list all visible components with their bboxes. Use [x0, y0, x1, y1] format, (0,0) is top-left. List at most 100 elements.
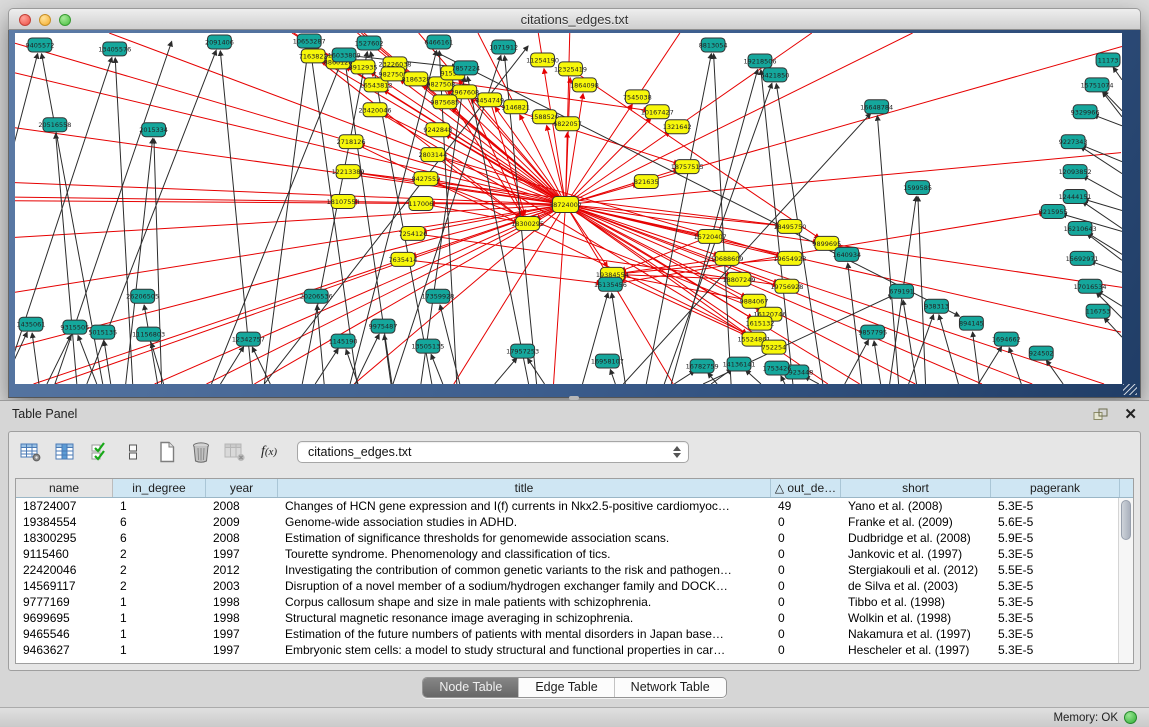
svg-text:1321642: 1321642	[663, 123, 692, 131]
table-row[interactable]: 911546021997Tourette syndrome. Phenomeno…	[16, 546, 1118, 562]
table-select[interactable]: citations_edges.txt	[297, 441, 689, 463]
svg-text:9405572: 9405572	[26, 41, 55, 49]
float-window-icon[interactable]	[1093, 408, 1108, 421]
svg-text:11173: 11173	[1098, 56, 1119, 64]
status-bar: Memory: OK	[0, 707, 1149, 727]
svg-text:9899695: 9899695	[812, 240, 841, 248]
table-panel-body: f(x) citations_edges.txt namein_degreeye…	[8, 431, 1141, 671]
svg-text:1864098: 1864098	[570, 81, 599, 89]
svg-text:9242848: 9242848	[423, 126, 452, 134]
table-rows: 1872400712008Changes of HCN gene express…	[16, 498, 1118, 663]
svg-text:19756928: 19756928	[770, 283, 803, 291]
cell-pagerank: 5.3E-5	[991, 595, 1118, 609]
cell-pagerank: 5.6E-5	[991, 515, 1118, 529]
column-header-out_degree[interactable]: △ out_de…	[771, 479, 841, 497]
svg-text:2091406: 2091406	[205, 38, 234, 46]
delete-icon[interactable]	[189, 440, 213, 464]
memory-ok-icon	[1124, 711, 1137, 724]
cell-year: 2009	[206, 515, 278, 529]
cell-pagerank: 5.3E-5	[991, 611, 1118, 625]
svg-text:10688609: 10688609	[711, 255, 744, 263]
vertical-scrollbar[interactable]	[1118, 498, 1133, 663]
column-header-title[interactable]: title	[278, 479, 771, 497]
network-canvas[interactable]: 1830029519384554181075541221338927181262…	[15, 33, 1122, 384]
column-header-name[interactable]: name	[16, 479, 113, 497]
svg-text:16648784: 16648784	[860, 103, 893, 111]
table-row[interactable]: 977716911998Corpus callosum shape and si…	[16, 594, 1118, 610]
resize-grip-icon[interactable]	[1123, 384, 1137, 395]
svg-text:16958107: 16958107	[591, 358, 624, 366]
table-row[interactable]: 1830029562008Estimation of significance …	[16, 530, 1118, 546]
svg-text:6466161: 6466161	[424, 38, 453, 46]
table-row[interactable]: 946362711997Embryonic stem cells: a mode…	[16, 642, 1118, 658]
svg-text:6822057: 6822057	[553, 120, 582, 128]
minimize-window-icon[interactable]	[39, 14, 51, 26]
table-row[interactable]: 1456911722003Disruption of a novel membe…	[16, 578, 1118, 594]
select-rows-icon[interactable]	[87, 440, 111, 464]
new-table-icon[interactable]	[155, 440, 179, 464]
close-window-icon[interactable]	[19, 14, 31, 26]
svg-text:6421850: 6421850	[761, 71, 790, 79]
cell-year: 1997	[206, 627, 278, 641]
cell-in_degree: 6	[113, 531, 206, 545]
cell-out_degree: 49	[771, 499, 841, 513]
table-row[interactable]: 969969511998Structural magnetic resonanc…	[16, 610, 1118, 626]
svg-text:7857224: 7857224	[451, 64, 480, 72]
svg-text:9329966: 9329966	[1071, 108, 1100, 116]
table-tabs: Node TableEdge TableNetwork Table	[422, 677, 726, 698]
chevron-updown-icon	[673, 446, 681, 458]
cell-short: Nakamura et al. (1997)	[841, 627, 991, 641]
svg-text:1527602: 1527602	[355, 39, 384, 47]
zoom-window-icon[interactable]	[59, 14, 71, 26]
table-row[interactable]: 1872400712008Changes of HCN gene express…	[16, 498, 1118, 514]
cell-year: 2003	[206, 579, 278, 593]
svg-text:16543812: 16543812	[360, 81, 393, 89]
cell-name: 9463627	[16, 643, 113, 657]
cell-title: Tourette syndrome. Phenomenology and cla…	[278, 547, 771, 561]
cell-pagerank: 5.5E-5	[991, 563, 1118, 577]
table-row[interactable]: 2242004622012Investigating the contribut…	[16, 562, 1118, 578]
tab-network-table[interactable]: Network Table	[614, 678, 726, 697]
svg-text:1145190: 1145190	[329, 338, 358, 346]
close-icon[interactable]: ✕	[1124, 407, 1137, 422]
cell-title: Corpus callosum shape and size in male p…	[278, 595, 771, 609]
cell-name: 9777169	[16, 595, 113, 609]
svg-text:10167427: 10167427	[641, 108, 674, 116]
cell-out_degree: 0	[771, 627, 841, 641]
svg-text:821635: 821635	[634, 178, 659, 186]
show-columns-icon[interactable]	[53, 440, 77, 464]
table-row[interactable]: 1938455462009Genome-wide association stu…	[16, 514, 1118, 530]
column-header-in_degree[interactable]: in_degree	[113, 479, 206, 497]
row-height-icon[interactable]	[121, 440, 145, 464]
network-graph: 1830029519384554181075541221338927181262…	[15, 33, 1122, 384]
column-header-pagerank[interactable]: pagerank	[991, 479, 1120, 497]
cell-short: Tibbo et al. (1998)	[841, 595, 991, 609]
column-header-year[interactable]: year	[206, 479, 278, 497]
cell-out_degree: 0	[771, 643, 841, 657]
svg-text:11254190: 11254190	[526, 56, 559, 64]
window-titlebar[interactable]: citations_edges.txt	[8, 8, 1141, 30]
cell-short: Wolkin et al. (1998)	[841, 611, 991, 625]
function-builder-icon[interactable]: f(x)	[257, 440, 281, 464]
table-header-row: namein_degreeyeartitle△ out_de…shortpage…	[16, 479, 1133, 498]
cell-title: Estimation of significance thresholds fo…	[278, 531, 771, 545]
svg-text:1071912: 1071912	[489, 43, 518, 51]
column-header-short[interactable]: short	[841, 479, 991, 497]
tab-edge-table[interactable]: Edge Table	[518, 678, 613, 697]
scrollbar-thumb[interactable]	[1121, 500, 1131, 540]
tab-node-table[interactable]: Node Table	[423, 678, 518, 697]
cell-out_degree: 0	[771, 579, 841, 593]
svg-text:2803144: 2803144	[418, 151, 447, 159]
svg-text:14136141: 14136141	[723, 361, 756, 369]
svg-text:7635414: 7635414	[389, 256, 418, 264]
svg-text:8215955: 8215955	[1039, 208, 1068, 216]
svg-text:8454749: 8454749	[475, 96, 504, 104]
svg-text:9857795: 9857795	[858, 329, 887, 337]
svg-text:7163822: 7163822	[299, 52, 328, 60]
table-row[interactable]: 946554611997Estimation of the future num…	[16, 626, 1118, 642]
svg-text:5015135: 5015135	[88, 329, 117, 337]
table-settings-icon[interactable]	[19, 440, 43, 464]
svg-text:20206536: 20206536	[300, 293, 333, 301]
svg-text:26206505: 26206505	[126, 293, 159, 301]
cell-year: 2008	[206, 531, 278, 545]
